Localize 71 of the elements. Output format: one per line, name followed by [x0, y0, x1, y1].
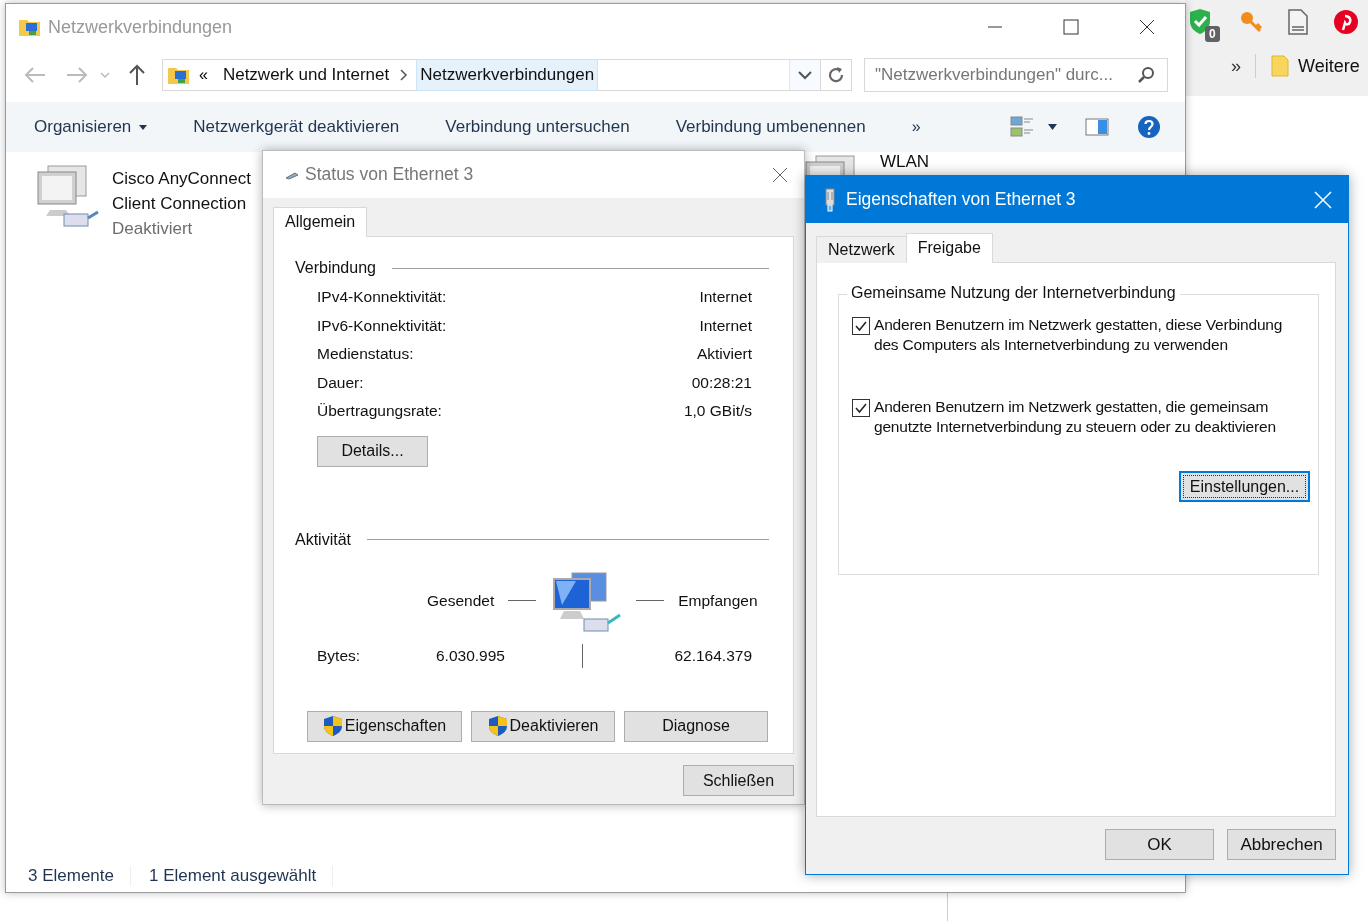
connection-name: Client Connection	[112, 193, 248, 215]
dialog-button[interactable]: Deaktivieren	[471, 710, 615, 742]
up-arrow-icon[interactable]	[128, 64, 146, 86]
toolbar-button[interactable]: Netzwerkgerät deaktivieren	[193, 117, 400, 137]
preview-pane-icon[interactable]	[1085, 117, 1109, 137]
connection-name: Cisco AnyConnect	[112, 168, 251, 190]
section-heading: Aktivität	[295, 530, 351, 549]
tab[interactable]: Netzwerk	[816, 236, 907, 263]
caret-icon[interactable]	[1048, 124, 1057, 130]
document-icon[interactable]	[1287, 9, 1309, 35]
sent-label: Gesendet	[427, 591, 495, 610]
dialog-button[interactable]: Eigenschaften	[307, 710, 462, 742]
view-options-icon[interactable]	[1010, 116, 1034, 138]
dropdown-button[interactable]	[789, 60, 820, 90]
window-title: Netzwerkverbindungen	[48, 16, 233, 38]
search-icon	[1137, 66, 1155, 84]
connection-status: Deaktiviert	[112, 218, 194, 240]
tab[interactable]: Freigabe	[905, 233, 993, 263]
count-badge: 0	[1205, 26, 1220, 42]
dialog-title: Eigenschaften von Ethernet 3	[846, 189, 1076, 210]
search-field[interactable]: "Netzwerkverbindungen" durc...	[864, 58, 1168, 92]
toolbar-button[interactable]: Verbindung untersuchen	[445, 117, 630, 137]
section-heading: Verbindung	[295, 259, 376, 277]
tab[interactable]: Allgemein	[273, 207, 368, 237]
toolbar-button[interactable]: Verbindung umbenennen	[675, 117, 866, 137]
overflow-chevron[interactable]: «	[199, 66, 208, 84]
checkbox-label: Anderen Benutzern im Netzwerk gestatten, diese Verbindung des Computers als Internetverbindung zu verwenden	[874, 315, 1284, 355]
close-dialog-button[interactable]: Schließen	[683, 765, 794, 796]
chevron-right-icon[interactable]	[400, 69, 409, 81]
help-icon[interactable]	[1137, 115, 1161, 139]
dialog-button[interactable]: Abbrechen	[1227, 829, 1336, 860]
chevron-down-icon	[798, 70, 812, 80]
field-label: Medienstatus:	[317, 345, 414, 364]
status-text: 1 Element ausgewählt	[149, 866, 334, 886]
dialog-button[interactable]: Diagnose	[624, 710, 768, 742]
bytes-label: Bytes:	[317, 646, 362, 665]
pin-logo-icon[interactable]	[1333, 9, 1359, 35]
details-button[interactable]: Details...	[317, 435, 428, 467]
adapter-icon	[824, 187, 836, 212]
field-value: 1,0 GBit/s	[683, 402, 752, 421]
more-button[interactable]: »	[911, 118, 921, 136]
address-bar[interactable]: « Netzwerk und Internet Netzwerkverbindungen	[162, 59, 852, 91]
field-label: IPv4-Konnektivität:	[317, 288, 447, 307]
field-label: Übertragungsrate:	[317, 402, 442, 421]
group-title: Gemeinsame Nutzung der Internetverbindung	[847, 284, 1180, 302]
received-label: Empfangen	[678, 591, 758, 610]
close-button[interactable]	[1139, 19, 1155, 35]
maximize-button[interactable]	[1063, 19, 1079, 35]
toolbar-button[interactable]: Organisieren	[34, 117, 148, 137]
checkbox[interactable]	[852, 317, 870, 335]
field-value: Aktiviert	[696, 345, 752, 364]
field-value: 00:28:21	[691, 373, 752, 392]
bookmark-folder[interactable]: Weitere	[1298, 55, 1360, 77]
sent-bytes: 6.030.995	[436, 646, 506, 665]
status-text: 3 Elemente	[28, 866, 131, 886]
field-value: Internet	[699, 316, 752, 335]
breadcrumb[interactable]: Netzwerkverbindungen	[416, 59, 599, 91]
settings-button[interactable]: Einstellungen...	[1179, 471, 1310, 502]
checkbox[interactable]	[852, 399, 870, 417]
field-label: Dauer:	[317, 373, 364, 392]
field-label: IPv6-Konnektivität:	[317, 316, 447, 335]
dialog-title: Status von Ethernet 3	[305, 164, 474, 185]
field-value: Internet	[699, 288, 752, 307]
connection-name: WLAN	[880, 152, 930, 172]
received-bytes: 62.164.379	[673, 646, 752, 665]
dialog-button[interactable]: OK	[1105, 829, 1214, 860]
breadcrumb[interactable]: Netzwerk und Internet	[219, 60, 393, 90]
close-button[interactable]	[772, 166, 788, 183]
overflow-button[interactable]: »	[1231, 55, 1241, 77]
refresh-icon	[827, 66, 845, 84]
checkbox-label: Anderen Benutzern im Netzwerk gestatten, die gemeinsam genutzte Internetverbindung zu steuern oder zu deaktivieren	[874, 397, 1277, 437]
